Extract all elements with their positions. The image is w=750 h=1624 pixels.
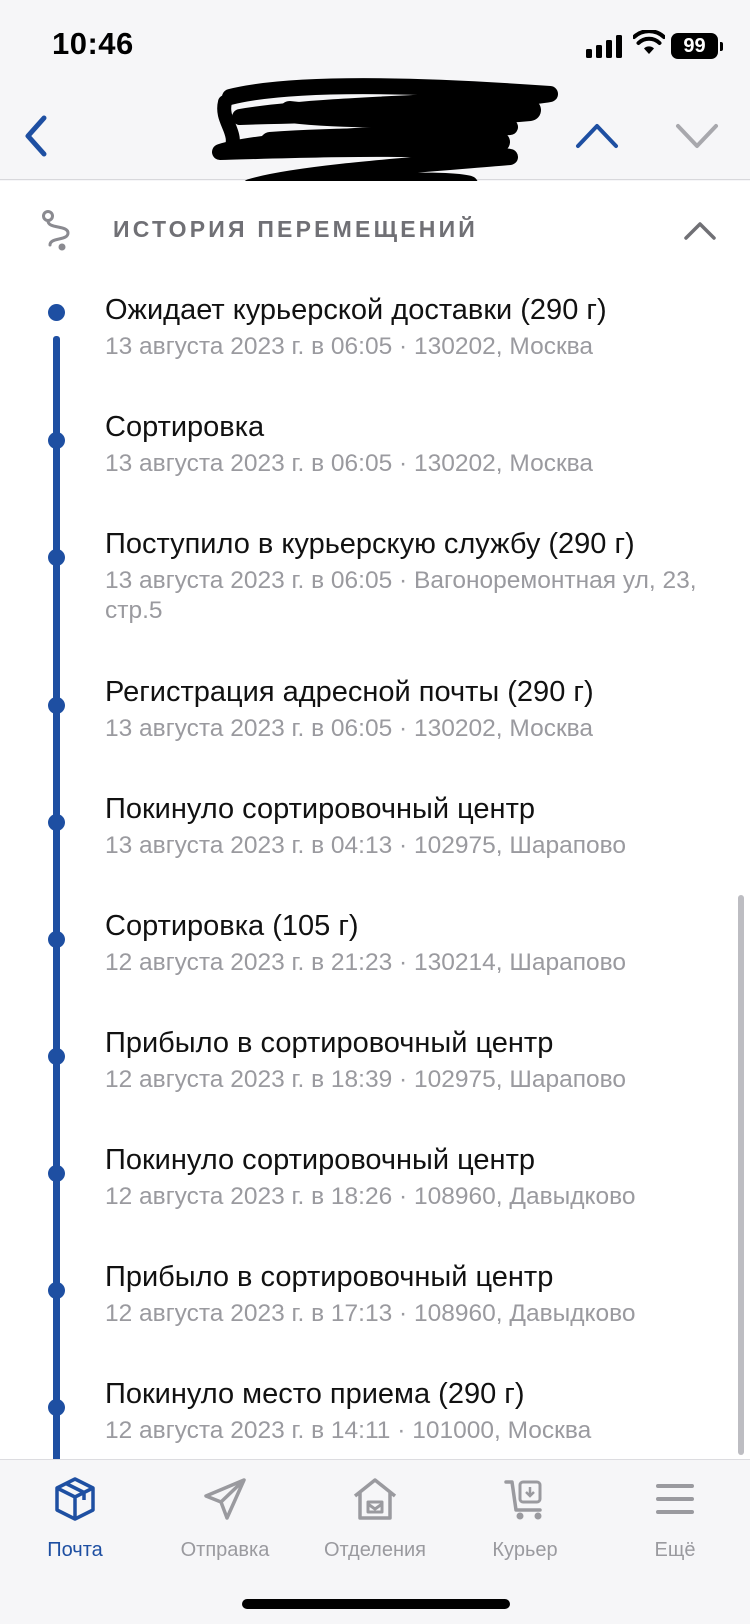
timeline-dot <box>48 1048 65 1065</box>
event-detail: 12 августа 2023 г. в 14:11 · 101000, Мос… <box>105 1417 592 1444</box>
box-icon <box>55 1477 95 1521</box>
history-section-header[interactable]: ИСТОРИЯ ПЕРЕМЕЩЕНИЙ <box>0 181 750 281</box>
timeline-dot <box>48 931 65 948</box>
event-title: Покинуло место приема (290 г) <box>105 1378 525 1410</box>
timeline-dot <box>48 432 65 449</box>
tab-label: Отправка <box>180 1539 270 1561</box>
event-detail: 13 августа 2023 г. в 06:05 · 130202, Мос… <box>105 450 594 477</box>
tab-more[interactable]: Ещё <box>600 1460 750 1570</box>
scrollbar[interactable] <box>738 895 744 1455</box>
tab-offices[interactable]: Отделения <box>300 1460 450 1570</box>
tab-mail[interactable]: Почта <box>0 1460 150 1570</box>
section-title: ИСТОРИЯ ПЕРЕМЕЩЕНИЙ <box>113 216 479 242</box>
chevron-up-icon[interactable] <box>572 110 622 160</box>
timeline-dot <box>48 304 65 321</box>
timeline-dot <box>48 1282 65 1299</box>
tab-label: Курьер <box>492 1539 558 1561</box>
paper-plane-icon <box>204 1478 246 1520</box>
timeline-dot <box>48 814 65 831</box>
chevron-down-icon[interactable] <box>672 110 722 160</box>
event-detail: 12 августа 2023 г. в 18:26 · 108960, Дав… <box>105 1183 636 1210</box>
event-detail: 13 августа 2023 г. в 06:05 · Вагоноремон… <box>105 567 697 624</box>
event-title: Прибыло в сортировочный центр <box>105 1261 554 1293</box>
chevron-left-icon[interactable] <box>14 106 62 166</box>
event-title: Поступило в курьерскую службу (290 г) <box>105 528 635 560</box>
battery-icon: 99 <box>671 33 723 59</box>
navigation-header <box>0 78 750 195</box>
tab-label: Почта <box>47 1539 103 1561</box>
courier-cart-icon <box>504 1480 542 1520</box>
event-detail: 12 августа 2023 г. в 18:39 · 102975, Шар… <box>105 1066 626 1093</box>
event-title: Покинуло сортировочный центр <box>105 793 535 825</box>
tab-courier[interactable]: Курьер <box>450 1460 600 1570</box>
event-detail: 12 августа 2023 г. в 17:13 · 108960, Дав… <box>105 1300 636 1327</box>
chevron-up-icon[interactable] <box>680 211 720 251</box>
status-time: 10:46 <box>52 26 134 61</box>
tab-send[interactable]: Отправка <box>150 1460 300 1570</box>
event-detail: 13 августа 2023 г. в 06:05 · 130202, Мос… <box>105 333 594 360</box>
tab-label: Отделения <box>323 1539 427 1561</box>
event-title: Регистрация адресной почты (290 г) <box>105 676 594 708</box>
timeline-dot <box>48 549 65 566</box>
event-title: Прибыло в сортировочный центр <box>105 1027 554 1059</box>
timeline-dot <box>48 1165 65 1182</box>
home-indicator[interactable] <box>242 1599 510 1609</box>
content-area[interactable]: ИСТОРИЯ ПЕРЕМЕЩЕНИЙ Ожидает курьерской д… <box>0 181 750 1459</box>
event-detail: 13 августа 2023 г. в 06:05 · 130202, Мос… <box>105 715 594 742</box>
event-title: Сортировка <box>105 411 265 443</box>
event-title: Покинуло сортировочный центр <box>105 1144 535 1176</box>
route-icon <box>42 210 70 251</box>
event-detail: 12 августа 2023 г. в 21:23 · 130214, Шар… <box>105 949 626 976</box>
event-title: Ожидает курьерской доставки (290 г) <box>105 294 607 326</box>
tab-label: Ещё <box>654 1539 696 1561</box>
tab-bar: Почта Отправка Отделения Курьер Ещё <box>0 1459 750 1624</box>
post-office-icon <box>353 1478 397 1520</box>
signal-icon <box>586 34 624 58</box>
menu-icon <box>656 1484 694 1514</box>
timeline-dot <box>48 697 65 714</box>
wifi-icon <box>633 30 665 54</box>
event-title: Сортировка (105 г) <box>105 910 359 942</box>
timeline-dot <box>48 1399 65 1416</box>
event-detail: 13 августа 2023 г. в 04:13 · 102975, Шар… <box>105 832 626 859</box>
